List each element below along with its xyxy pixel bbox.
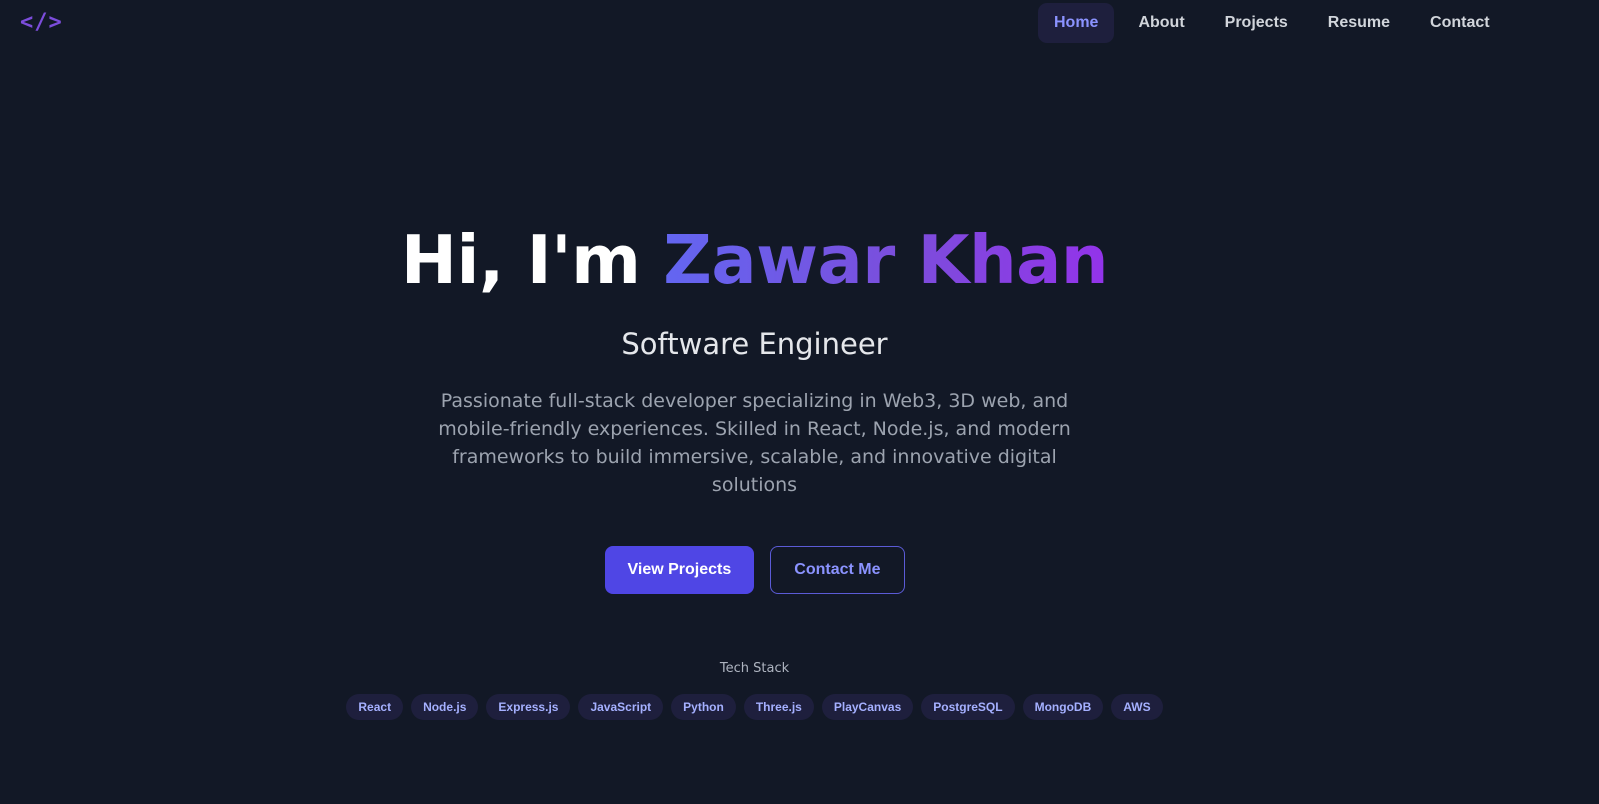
hero-headline: Hi, I'm Zawar Khan [0, 215, 1509, 305]
tech-chip-aws: AWS [1111, 694, 1163, 720]
tech-stack-label: Tech Stack [719, 661, 790, 676]
nav-home[interactable]: Home [1038, 3, 1115, 43]
view-projects-button[interactable]: View Projects [604, 546, 755, 594]
main-nav: Home About Projects Resume Contact [1038, 3, 1514, 43]
tech-chip-javascript: JavaScript [578, 694, 664, 720]
nav-projects[interactable]: Projects [1209, 3, 1304, 43]
tech-chip-playcanvas: PlayCanvas [821, 694, 914, 720]
hero-section: Hi, I'm Zawar Khan Software Engineer Pas… [0, 215, 1509, 720]
hero-buttons: View Projects Contact Me [0, 546, 1509, 594]
hero-bio: Passionate full-stack developer speciali… [438, 390, 1071, 496]
tech-chip-postgresql: PostgreSQL [921, 694, 1015, 720]
nav-contact[interactable]: Contact [1414, 3, 1506, 43]
tech-chip-threejs: Three.js [743, 694, 814, 720]
tech-chip-nodejs: Node.js [411, 694, 479, 720]
tech-stack-list: React Node.js Express.js JavaScript Pyth… [0, 694, 1509, 720]
hero-greeting: Hi, I'm [400, 221, 664, 299]
nav-resume[interactable]: Resume [1312, 3, 1406, 43]
tech-chip-react: React [346, 694, 404, 720]
contact-me-button[interactable]: Contact Me [770, 546, 905, 594]
page: </> Home About Projects Resume Contact H… [0, 0, 1599, 804]
tech-chip-python: Python [671, 694, 736, 720]
tech-chip-expressjs: Express.js [486, 694, 571, 720]
hero-role: Software Engineer [621, 327, 888, 361]
logo[interactable]: </> [20, 10, 63, 35]
nav-about[interactable]: About [1122, 3, 1200, 43]
hero-name: Zawar Khan [663, 221, 1109, 299]
tech-chip-mongodb: MongoDB [1022, 694, 1104, 720]
